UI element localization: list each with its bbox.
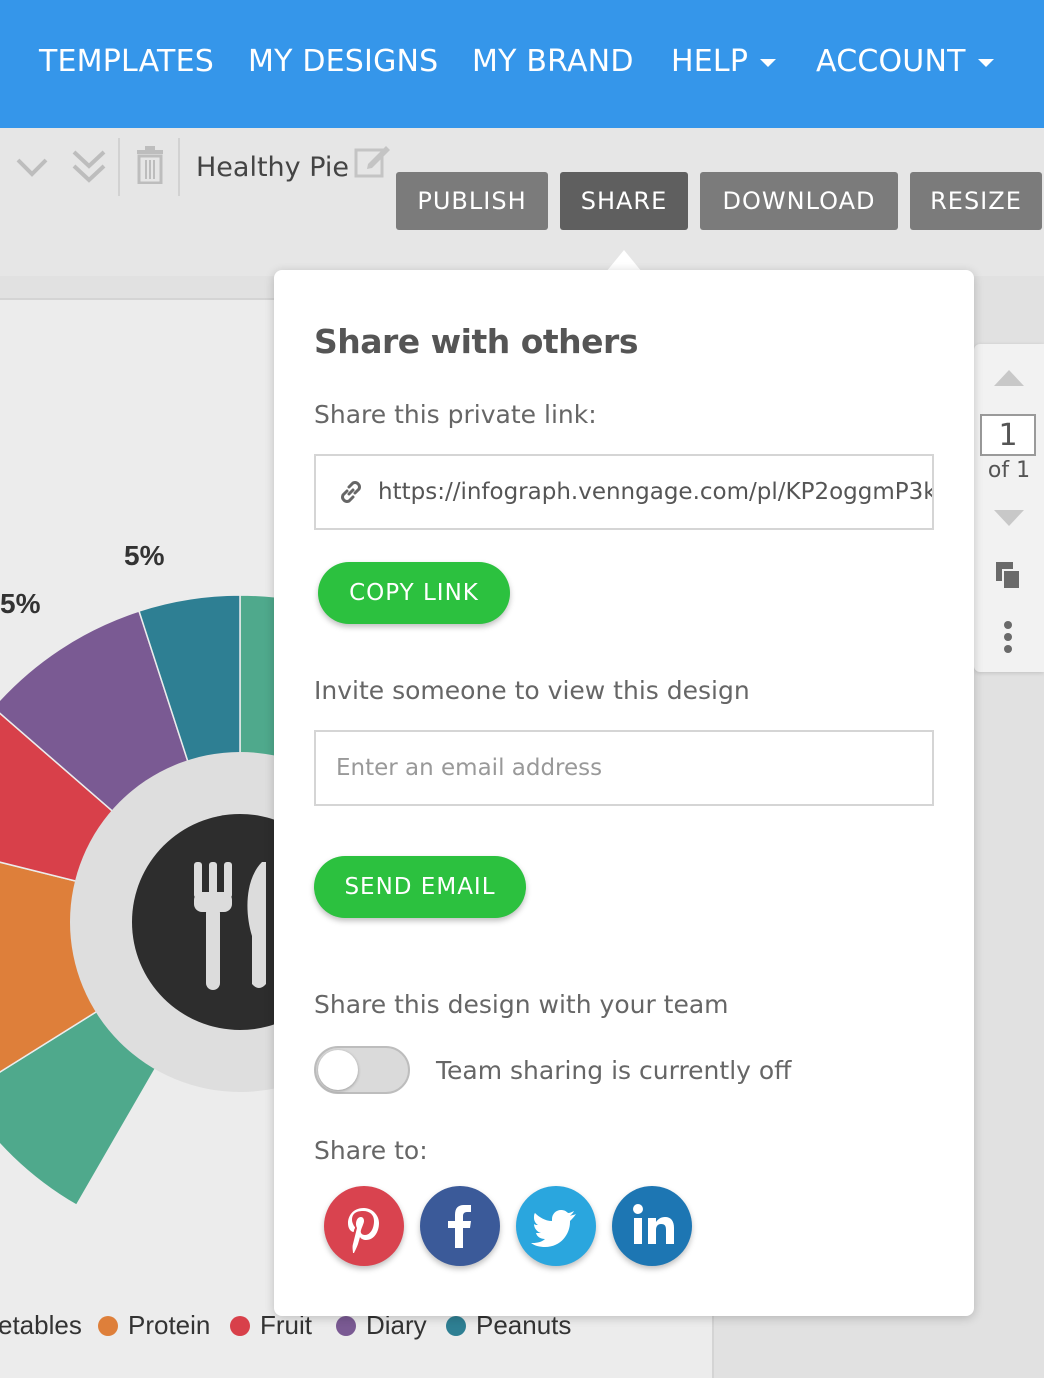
popover-arrow	[606, 250, 642, 272]
edit-icon[interactable]	[354, 142, 392, 180]
more-vertical-icon[interactable]	[1002, 620, 1014, 654]
email-field[interactable]: Enter an email address	[314, 730, 934, 806]
page-number-input[interactable]: 1	[980, 414, 1036, 456]
nav-templates-label: TEMPLATES	[39, 44, 214, 79]
private-link-field[interactable]: https://infograph.venngage.com/pl/KP2ogg…	[314, 454, 934, 530]
design-title[interactable]: Healthy Pie	[196, 152, 349, 183]
facebook-icon	[448, 1205, 471, 1248]
nav-account[interactable]: ACCOUNT	[816, 44, 994, 79]
team-share-label: Share this design with your team	[314, 990, 729, 1019]
trash-icon[interactable]	[136, 146, 164, 184]
legend-label: Protein	[128, 1310, 211, 1340]
invite-label: Invite someone to view this design	[314, 676, 750, 705]
email-placeholder: Enter an email address	[336, 755, 603, 781]
nav-help[interactable]: HELP	[671, 44, 777, 79]
resize-button[interactable]: RESIZE	[910, 172, 1042, 230]
page-navigator: 1 of 1	[974, 344, 1044, 672]
private-link-value: https://infograph.venngage.com/pl/KP2ogg…	[378, 479, 934, 505]
legend-swatch	[98, 1315, 118, 1336]
legend-item: etables	[0, 1310, 82, 1341]
share-popover: Share with others Share this private lin…	[274, 270, 974, 1316]
linkedin-button[interactable]	[612, 1186, 692, 1266]
share-button-label: SHARE	[580, 187, 668, 215]
page-count-label: of 1	[987, 458, 1031, 483]
legend-swatch	[336, 1315, 356, 1336]
pinterest-icon	[348, 1208, 379, 1253]
chevron-down-icon[interactable]	[14, 152, 50, 182]
share-to-label: Share to:	[314, 1136, 428, 1165]
download-button-label: DOWNLOAD	[722, 187, 876, 215]
link-icon	[341, 481, 361, 503]
pinterest-button[interactable]	[324, 1186, 404, 1266]
send-email-label: SEND EMAIL	[344, 874, 496, 900]
private-link-label: Share this private link:	[314, 400, 597, 429]
twitter-button[interactable]	[516, 1186, 596, 1266]
nav-my-designs-label: MY DESIGNS	[248, 44, 439, 79]
download-button[interactable]: DOWNLOAD	[700, 172, 898, 230]
nav-my-designs[interactable]: MY DESIGNS	[248, 44, 438, 79]
duplicate-icon[interactable]	[996, 562, 1022, 590]
publish-button-label: PUBLISH	[417, 187, 527, 215]
nav-account-label: ACCOUNT	[816, 44, 966, 79]
toolbar-divider	[118, 138, 120, 196]
linkedin-icon	[633, 1204, 674, 1244]
toggle-knob	[318, 1050, 358, 1090]
legend-item: Protein	[98, 1310, 210, 1341]
legend-swatch	[446, 1315, 466, 1336]
chevron-down-icon	[977, 58, 994, 67]
resize-button-label: RESIZE	[930, 187, 1022, 215]
chevron-down-icon	[760, 58, 777, 67]
publish-button[interactable]: PUBLISH	[396, 172, 548, 230]
send-email-button[interactable]: SEND EMAIL	[314, 856, 526, 918]
twitter-icon	[531, 1210, 576, 1247]
nav-my-brand[interactable]: MY BRAND	[472, 44, 634, 79]
up-arrow-icon[interactable]	[994, 370, 1024, 386]
share-button[interactable]: SHARE	[560, 172, 688, 230]
facebook-button[interactable]	[420, 1186, 500, 1266]
share-title: Share with others	[314, 322, 638, 361]
nav-my-brand-label: MY BRAND	[472, 44, 634, 79]
copy-link-button[interactable]: COPY LINK	[318, 562, 510, 624]
toolbar-divider	[178, 138, 180, 196]
top-navigation-bar: TEMPLATES MY DESIGNS MY BRAND HELP ACCOU…	[0, 0, 1044, 128]
slice-value-label: 5%	[124, 540, 165, 571]
slice-value-label: 5%	[0, 588, 41, 619]
down-arrow-icon[interactable]	[994, 510, 1024, 526]
legend-swatch	[230, 1315, 250, 1336]
double-chevron-down-icon[interactable]	[70, 146, 108, 186]
team-sharing-toggle[interactable]	[314, 1046, 410, 1094]
copy-link-label: COPY LINK	[349, 580, 479, 606]
nav-templates[interactable]: TEMPLATES	[39, 44, 214, 79]
legend-label: etables	[0, 1310, 82, 1340]
nav-help-label: HELP	[671, 44, 749, 79]
team-sharing-status: Team sharing is currently off	[436, 1056, 792, 1085]
